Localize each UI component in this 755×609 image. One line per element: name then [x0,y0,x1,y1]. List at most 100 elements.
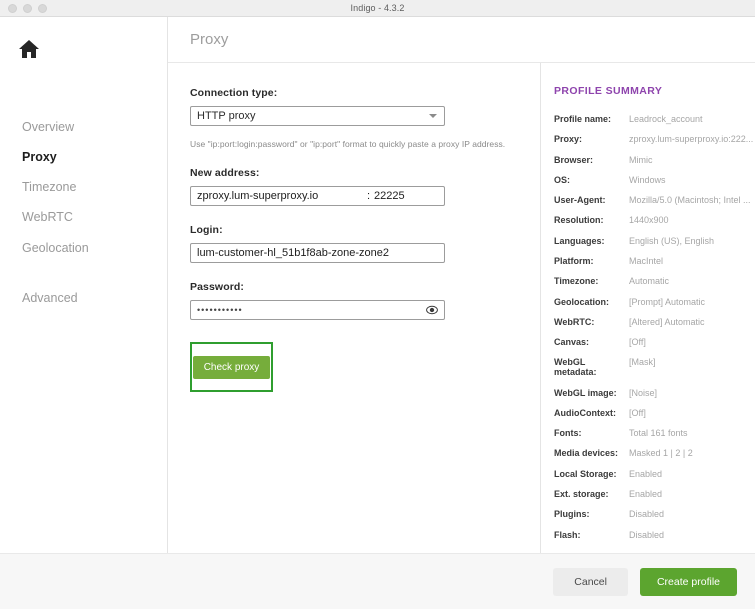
password-label: Password: [190,281,244,293]
summary-row: Geolocation: [Prompt] Automatic [554,296,755,308]
page-title: Proxy [190,31,229,48]
summary-key: AudioContext: [554,407,616,418]
summary-row: Languages: English (US), English [554,235,755,247]
summary-row: User-Agent: Mozilla/5.0 (Macintosh; Inte… [554,195,755,206]
summary-row: Local Storage: Enabled [554,468,755,480]
sidebar-item-label: Geolocation [22,240,89,255]
page-header: Proxy [168,17,755,63]
summary-key: WebGL image: [554,387,617,398]
proxy-format-hint: Use "ip:port:login:password" or "ip:port… [190,139,506,149]
summary-key: User-Agent: [554,195,606,206]
sidebar-item-label: Overview [22,120,75,134]
summary-row: WebRTC: [Altered] Automatic [554,316,755,328]
sidebar-item-advanced[interactable]: Advanced [0,283,167,313]
summary-value: English (US), English [629,236,715,246]
summary-key: Fonts: [554,428,582,439]
summary-key: WebGL metadata: [554,357,597,378]
sidebar: Overview Proxy Timezone WebRTC Geolocati… [0,17,168,553]
summary-row: Proxy: zproxy.lum-superproxy.io:222... [554,134,755,145]
summary-row: AudioContext: [Off] [554,407,755,419]
main-column: Proxy Connection type: HTTP proxy Use "i… [168,17,755,553]
sidebar-item-timezone[interactable]: Timezone [0,172,167,202]
title-bar: Indigo - 4.3.2 [0,0,755,17]
address-port-input[interactable]: 22225 [374,190,444,202]
sidebar-nav: Overview Proxy Timezone WebRTC Geolocati… [0,112,167,313]
cancel-button[interactable]: Cancel [553,567,628,596]
summary-row: Browser: Mimic [554,155,755,166]
address-host-input[interactable]: zproxy.lum-superproxy.io [191,190,367,202]
sidebar-divider-gap [0,263,167,283]
summary-row: Canvas: [Off] [554,337,755,348]
sidebar-item-webrtc[interactable]: WebRTC [0,202,167,232]
summary-value: [Mask] [629,358,656,368]
summary-value: Disabled [629,510,665,520]
summary-value: Mimic [629,155,653,165]
summary-value: Enabled [629,469,663,479]
password-value: ••••••••••• [197,305,243,315]
summary-row: OS: Windows [554,174,755,186]
summary-key: Languages: [554,235,605,246]
summary-row: WebGL metadata: [Mask] [554,357,755,378]
app-window: Indigo - 4.3.2 Overview Proxy Timezone W… [0,0,755,609]
summary-value: [Off] [629,408,646,418]
sidebar-item-label: Advanced [22,290,78,305]
summary-row: WebGL image: [Noise] [554,387,755,399]
sidebar-item-overview[interactable]: Overview [0,112,167,142]
sidebar-item-label: Proxy [22,150,57,165]
summary-value: zproxy.lum-superproxy.io:222... [629,135,754,145]
summary-key: Geolocation: [554,296,610,307]
address-separator: : [366,190,370,202]
new-address-label: New address: [190,167,260,179]
check-proxy-button[interactable]: Check proxy [192,355,271,379]
footer-action-bar: Cancel Create profile [0,553,755,609]
summary-value: 1440x900 [629,216,669,226]
window-title: Indigo - 4.3.2 [350,3,405,13]
summary-value: Disabled [629,530,665,540]
summary-value: [Noise] [629,388,658,398]
profile-summary-title: PROFILE SUMMARY [554,85,663,97]
connection-type-label: Connection type: [190,87,278,99]
sidebar-item-label: Timezone [22,180,77,195]
summary-row: Fonts: Total 161 fonts [554,428,755,439]
summary-key: Media devices: [554,448,619,459]
summary-row: Platform: MacIntel [554,255,755,267]
eye-icon[interactable] [426,304,438,316]
summary-value: Enabled [629,489,663,499]
create-profile-button[interactable]: Create profile [639,567,737,596]
connection-type-select[interactable]: HTTP proxy [190,106,445,126]
summary-key: Local Storage: [554,468,617,479]
summary-value: Leadrock_account [629,115,703,124]
summary-value: [Off] [629,338,646,348]
summary-key: Profile name: [554,114,612,124]
summary-value: MacIntel [629,256,664,266]
new-address-row[interactable]: zproxy.lum-superproxy.io : 22225 [190,186,445,206]
summary-key: OS: [554,174,571,185]
summary-key: WebRTC: [554,316,595,327]
summary-key: Timezone: [554,276,599,287]
sidebar-item-geolocation[interactable]: Geolocation [0,233,167,263]
chevron-down-icon [429,114,437,118]
content-split: Connection type: HTTP proxy Use "ip:port… [168,63,755,553]
summary-row: Plugins: Disabled [554,509,755,520]
summary-key: Plugins: [554,509,590,520]
summary-row: Profile name: Leadrock_account [554,114,755,125]
check-proxy-focus-outline: Check proxy [190,342,273,392]
password-input[interactable]: ••••••••••• [190,300,445,320]
summary-row: Timezone: Automatic [554,276,755,287]
summary-row: Flash: Disabled [554,530,755,541]
login-input[interactable]: lum-customer-hl_51b1f8ab-zone-zone2 [190,243,445,263]
summary-row: Media devices: Masked 1 | 2 | 2 [554,448,755,459]
profile-summary-rows: Profile name: Leadrock_account Proxy: zp… [554,114,755,541]
summary-key: Ext. storage: [554,488,609,499]
summary-key: Resolution: [554,215,604,226]
summary-key: Platform: [554,255,594,266]
home-icon[interactable] [0,39,167,64]
body-area: Overview Proxy Timezone WebRTC Geolocati… [0,17,755,553]
proxy-form: Connection type: HTTP proxy Use "ip:port… [168,63,540,553]
summary-row: Resolution: 1440x900 [554,216,755,226]
summary-key: Canvas: [554,337,590,348]
login-label: Login: [190,224,223,236]
sidebar-item-proxy[interactable]: Proxy [0,142,167,172]
